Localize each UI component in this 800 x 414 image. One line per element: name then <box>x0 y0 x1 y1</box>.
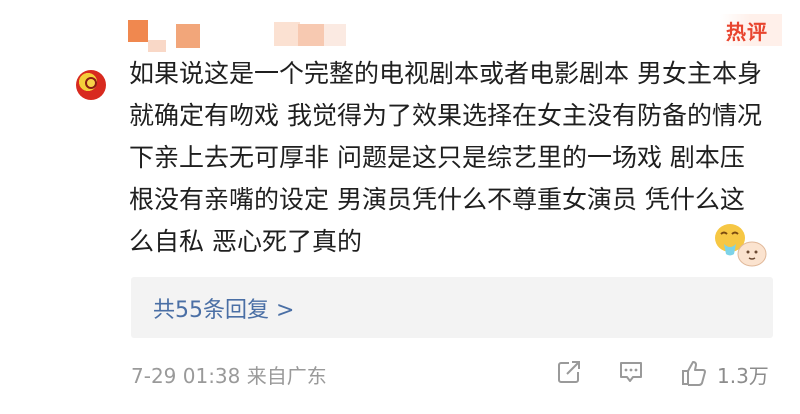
share-icon[interactable] <box>555 358 583 386</box>
like-icon[interactable] <box>679 358 709 388</box>
comment-icon[interactable] <box>617 358 645 386</box>
time-location-text: 7-29 01:38 来自广东 <box>131 364 327 388</box>
comment-footer: 7-29 01:38 来自广东 1.3万 <box>131 358 773 388</box>
comment-text: 如果说这是一个完整的电视剧本或者电影剧本 男女主本身就确定有吻戏 我觉得为了效果… <box>129 59 762 256</box>
replies-panel[interactable]: 共55条回复 > <box>131 277 773 338</box>
user-avatar[interactable] <box>76 70 106 100</box>
like-count: 1.3万 <box>717 364 769 388</box>
view-replies-link[interactable]: 共55条回复 > <box>153 292 294 324</box>
vomit-emoji-sticker <box>715 224 767 267</box>
hot-comment-badge: 热评 <box>720 14 782 46</box>
verified-badge-icon <box>85 77 97 89</box>
